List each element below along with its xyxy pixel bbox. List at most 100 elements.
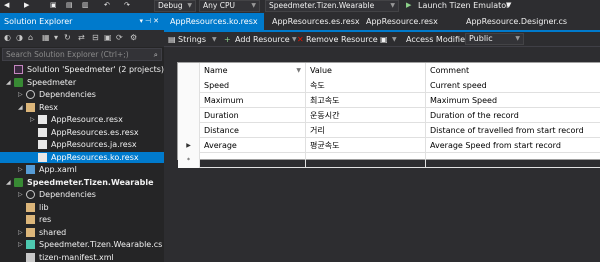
comment-cell[interactable]: Maximum Speed [426, 93, 600, 108]
back-icon[interactable]: ◐ [4, 33, 11, 42]
table-row[interactable]: Speed 속도 Current speed [178, 78, 600, 93]
new-item-icon[interactable]: ▣ [50, 1, 57, 11]
switch-views-icon[interactable]: ▦ [42, 33, 50, 42]
tree-item[interactable]: ◢ Speedmeter.Tizen.Wearable [0, 177, 164, 188]
tree-item[interactable]: ▷ Dependencies [0, 189, 164, 200]
expand-icon[interactable]: ▷ [18, 89, 24, 100]
document-tab[interactable]: AppResources.ko.resx [164, 13, 264, 30]
properties-icon[interactable]: ⚙ [130, 33, 137, 42]
pin-icon[interactable]: ⊣ [145, 17, 153, 25]
forward-icon[interactable]: ▶ [24, 1, 29, 11]
expand-icon[interactable]: ▷ [18, 239, 24, 250]
tree-item[interactable]: ▷ shared [0, 227, 164, 238]
name-cell[interactable]: Distance [200, 123, 306, 138]
expand-icon[interactable]: ▷ [18, 227, 24, 238]
name-cell[interactable] [200, 153, 306, 168]
column-header-name[interactable]: Name ▼ [200, 63, 306, 78]
save-all-icon[interactable]: ▥ [82, 1, 89, 11]
redo-icon[interactable]: ↷ [124, 1, 130, 11]
chevron-down-icon[interactable]: ▼ [212, 34, 217, 45]
strings-dropdown[interactable]: Strings [178, 34, 206, 45]
forward-icon[interactable]: ◑ [16, 33, 23, 42]
launch-emulator-button[interactable]: Launch Tizen Emulator [418, 1, 509, 11]
show-all-files-icon[interactable]: ▣ [104, 33, 112, 42]
table-row[interactable]: ▶ Average 평균속도 Average Speed from start rec… [178, 138, 600, 153]
tree-item-label: Dependencies [39, 90, 96, 99]
table-row[interactable]: * [178, 153, 600, 168]
expand-icon[interactable]: ▷ [30, 114, 36, 125]
name-cell[interactable]: Maximum [200, 93, 306, 108]
collapse-icon[interactable]: ◢ [6, 177, 12, 188]
table-row[interactable]: Duration 운동시간 Duration of the record [178, 108, 600, 123]
tree-item[interactable]: Solution 'Speedmeter' (2 projects) [0, 64, 164, 75]
refresh-icon[interactable]: ⟳ [116, 33, 123, 42]
tree-item[interactable]: AppResources.ko.resx [0, 151, 164, 163]
value-cell[interactable]: 최고속도 [306, 93, 426, 108]
document-tab[interactable]: AppResource.resx [360, 13, 444, 30]
tree-item[interactable]: lib [0, 202, 164, 213]
pending-changes-icon[interactable]: ▾ [54, 33, 58, 42]
add-resource-button[interactable]: Add Resource [235, 34, 290, 45]
comment-cell[interactable] [426, 153, 600, 168]
tree-item-label: shared [39, 227, 67, 237]
close-icon[interactable]: ✕ [153, 17, 161, 25]
value-cell[interactable]: 운동시간 [306, 108, 426, 123]
tree-item-label: App.xaml [39, 165, 77, 174]
table-row[interactable]: Maximum 최고속도 Maximum Speed [178, 93, 600, 108]
expand-icon[interactable]: ▷ [18, 189, 24, 200]
collapse-all-icon[interactable]: ⊟ [92, 33, 99, 42]
expand-icon[interactable]: ▷ [18, 164, 24, 175]
value-cell[interactable]: 거리 [306, 123, 426, 138]
startup-project-dropdown[interactable]: Speedmeter.Tizen.Wearable ▼ [265, 0, 399, 12]
name-cell[interactable]: Average [200, 138, 306, 153]
document-tab[interactable]: AppResources.es.resx [266, 13, 366, 30]
column-header-comment[interactable]: Comment [426, 63, 600, 78]
comment-cell[interactable]: Average Speed from start record [426, 138, 600, 153]
remove-resource-button[interactable]: Remove Resource [306, 34, 378, 45]
launch-dropdown-icon[interactable]: ▼ [506, 1, 511, 11]
comment-cell[interactable]: Current speed [426, 78, 600, 93]
dependencies-icon [26, 190, 35, 199]
column-header-value[interactable]: Value [306, 63, 426, 78]
tree-item[interactable]: AppResources.es.resx [0, 127, 164, 138]
name-cell[interactable]: Speed [200, 78, 306, 93]
history-icon[interactable]: ↻ [64, 33, 71, 42]
name-cell[interactable]: Duration [200, 108, 306, 123]
configuration-dropdown[interactable]: Debug ▼ [154, 0, 196, 12]
tree-item[interactable]: ▷ App.xaml [0, 164, 164, 175]
collapse-icon[interactable]: ◢ [18, 102, 24, 113]
collapse-icon[interactable]: ◢ [6, 77, 12, 88]
back-icon[interactable]: ◀ [4, 1, 9, 11]
comment-cell[interactable]: Duration of the record [426, 108, 600, 123]
tree-item[interactable]: res [0, 214, 164, 225]
views-icon[interactable]: ▣ [380, 34, 388, 45]
main-toolbar: ◀ ▶ ▣ ▤ ▥ ↶ ↷ Debug ▼ Any CPU ▼ Speedmeter… [0, 0, 600, 13]
chevron-down-icon[interactable]: ▼ [392, 34, 397, 45]
value-cell[interactable]: 속도 [306, 78, 426, 93]
value-cell[interactable]: 평균속도 [306, 138, 426, 153]
comment-cell[interactable]: Distance of travelled from start record [426, 123, 600, 138]
tree-item[interactable]: ▷ AppResource.resx [0, 114, 164, 125]
open-icon[interactable]: ▤ [66, 1, 73, 11]
resx-file-icon [38, 127, 47, 137]
document-tab[interactable]: AppResource.Designer.cs [460, 13, 573, 30]
tree-item[interactable]: ▷ Speedmeter.Tizen.Wearable.cs [0, 239, 164, 250]
project-icon [14, 77, 23, 87]
run-icon[interactable]: ▶ [406, 1, 411, 11]
tree-item[interactable]: ◢ Resx [0, 102, 164, 113]
access-modifier-dropdown[interactable]: Public ▼ [465, 33, 524, 45]
tree-item[interactable]: ▷ Dependencies [0, 89, 164, 100]
solution-search-input[interactable]: Search Solution Explorer (Ctrl+;) ⌕ [2, 48, 162, 61]
tree-item-label: Speedmeter.Tizen.Wearable [27, 177, 154, 187]
value-cell[interactable] [306, 153, 426, 168]
undo-icon[interactable]: ↶ [104, 1, 110, 11]
home-icon[interactable]: ⌂ [28, 33, 33, 42]
table-row[interactable]: Distance 거리 Distance of travelled from sta… [178, 123, 600, 138]
tree-item[interactable]: AppResources.ja.resx [0, 139, 164, 150]
chevron-down-icon[interactable]: ▼ [292, 34, 297, 45]
tree-item[interactable]: ◢ Speedmeter [0, 77, 164, 88]
tree-item[interactable]: tizen-manifest.xml [0, 252, 164, 262]
platform-dropdown[interactable]: Any CPU ▼ [199, 0, 260, 12]
dependencies-icon [26, 90, 35, 99]
sync-icon[interactable]: ⇄ [78, 33, 85, 42]
